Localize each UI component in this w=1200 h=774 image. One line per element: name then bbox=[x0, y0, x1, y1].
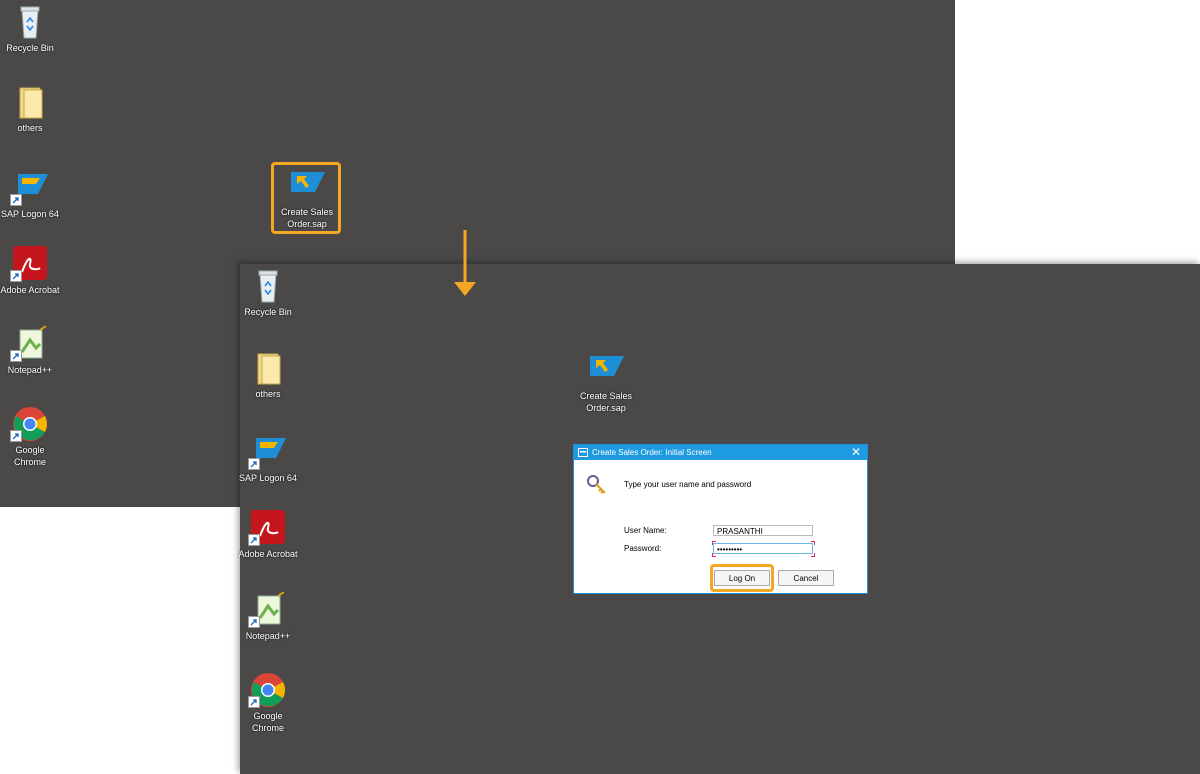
username-label: User Name: bbox=[624, 526, 667, 535]
create-sales-order-shortcut[interactable]: Create Sales Order.sap bbox=[576, 352, 636, 414]
shortcut-arrow-icon bbox=[248, 616, 260, 628]
recycle-bin-shortcut[interactable]: Recycle Bin bbox=[0, 4, 60, 54]
recycle-bin-label: Recycle Bin bbox=[244, 307, 292, 317]
shortcut-arrow-icon bbox=[10, 350, 22, 362]
logon-dialog: Create Sales Order: Initial Screen ✕ Typ… bbox=[573, 444, 868, 594]
password-field[interactable]: ••••••••• bbox=[713, 543, 813, 554]
password-label: Password: bbox=[624, 544, 662, 553]
create-sales-order-label: Create Sales Order.sap bbox=[579, 391, 633, 413]
cancel-button[interactable]: Cancel bbox=[778, 570, 834, 586]
others-folder-shortcut[interactable]: others bbox=[0, 84, 60, 134]
key-icon bbox=[587, 475, 606, 494]
recycle-bin-icon bbox=[10, 4, 50, 40]
google-chrome-icon bbox=[248, 672, 288, 708]
notepad-plus-label: Notepad++ bbox=[245, 631, 291, 641]
adobe-acrobat-label: Adobe Acrobat bbox=[0, 285, 60, 295]
google-chrome-label: Google Chrome bbox=[251, 711, 284, 733]
sap-logon-shortcut[interactable]: SAP Logon 64 bbox=[0, 170, 60, 220]
adobe-acrobat-shortcut[interactable]: Adobe Acrobat bbox=[238, 510, 298, 560]
sap-logon-label: SAP Logon 64 bbox=[1, 209, 59, 219]
sap-logon-icon bbox=[10, 170, 50, 206]
notepad-plus-icon bbox=[10, 325, 50, 362]
sap-shortcut-icon bbox=[586, 352, 626, 388]
dialog-body: Type your user name and password User Na… bbox=[574, 460, 867, 594]
dialog-title: Create Sales Order: Initial Screen bbox=[592, 448, 712, 457]
username-field[interactable]: PRASANTHI bbox=[713, 525, 813, 536]
recycle-bin-shortcut[interactable]: Recycle Bin bbox=[238, 268, 298, 318]
notepad-plus-shortcut[interactable]: Notepad++ bbox=[0, 325, 60, 376]
recycle-bin-icon bbox=[248, 268, 288, 304]
others-label: others bbox=[17, 123, 43, 133]
folder-icon bbox=[10, 84, 50, 120]
google-chrome-icon bbox=[10, 406, 50, 442]
shortcut-arrow-icon bbox=[10, 194, 22, 206]
focus-corner bbox=[712, 553, 716, 557]
focus-corner bbox=[811, 541, 815, 545]
focus-corner bbox=[712, 541, 716, 545]
google-chrome-shortcut[interactable]: Google Chrome bbox=[0, 406, 60, 468]
adobe-acrobat-label: Adobe Acrobat bbox=[238, 549, 298, 559]
logon-highlight bbox=[710, 564, 774, 592]
shortcut-arrow-icon bbox=[248, 696, 260, 708]
adobe-acrobat-icon bbox=[248, 510, 288, 546]
icon-highlight bbox=[271, 162, 341, 234]
shortcut-arrow-icon bbox=[10, 270, 22, 282]
notepad-plus-label: Notepad++ bbox=[7, 365, 53, 375]
adobe-acrobat-icon bbox=[10, 246, 50, 282]
folder-icon bbox=[248, 350, 288, 386]
close-icon[interactable]: ✕ bbox=[851, 445, 861, 460]
logon-prompt: Type your user name and password bbox=[624, 480, 752, 489]
recycle-bin-label: Recycle Bin bbox=[6, 43, 54, 53]
shortcut-arrow-icon bbox=[10, 430, 22, 442]
shortcut-arrow-icon bbox=[248, 534, 260, 546]
shortcut-arrow-icon bbox=[248, 458, 260, 470]
dialog-titlebar: Create Sales Order: Initial Screen ✕ bbox=[574, 445, 867, 460]
others-folder-shortcut[interactable]: others bbox=[238, 350, 298, 400]
google-chrome-shortcut[interactable]: Google Chrome bbox=[238, 672, 298, 734]
notepad-plus-icon bbox=[248, 591, 288, 628]
sap-logon-icon bbox=[248, 434, 288, 470]
adobe-acrobat-shortcut[interactable]: Adobe Acrobat bbox=[0, 246, 60, 296]
flow-down-arrow-icon bbox=[454, 230, 476, 296]
notepad-plus-shortcut[interactable]: Notepad++ bbox=[238, 591, 298, 642]
google-chrome-label: Google Chrome bbox=[13, 445, 46, 467]
focus-corner bbox=[811, 553, 815, 557]
sap-logon-label: SAP Logon 64 bbox=[239, 473, 297, 483]
sap-logon-shortcut[interactable]: SAP Logon 64 bbox=[238, 434, 298, 484]
window-icon bbox=[578, 448, 588, 457]
others-label: others bbox=[255, 389, 281, 399]
